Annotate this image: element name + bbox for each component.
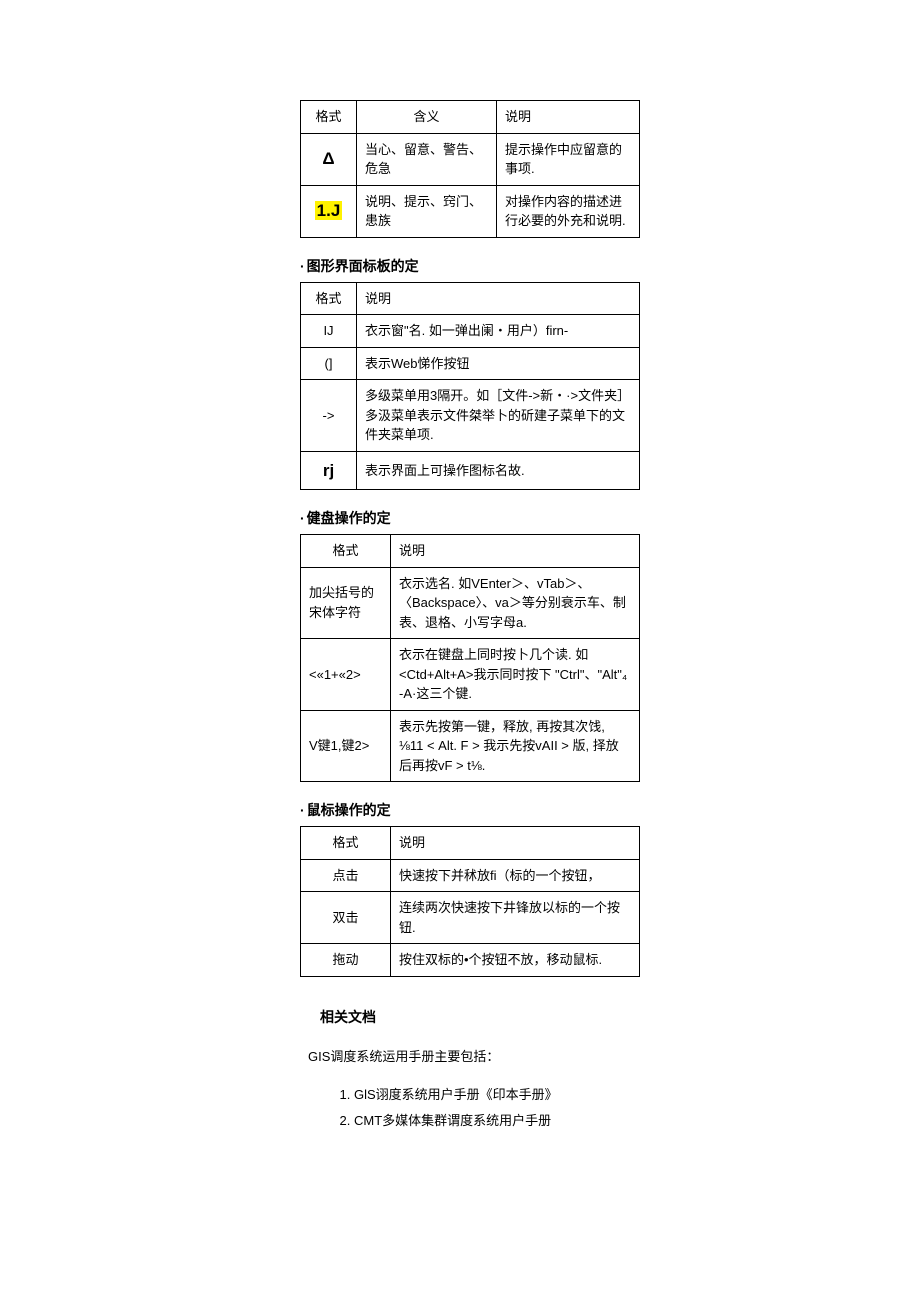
- cell-meaning: 说明、提示、窍门、患族: [357, 185, 497, 237]
- table-header-row: 格式 说明: [301, 282, 640, 315]
- heading-related-docs: 相关文档: [320, 1007, 640, 1027]
- cell-desc: 衣示选名. 如VEnter＞、vTab＞、〈Backspace〉、va＞等分别衰…: [391, 567, 640, 639]
- section-title-gui: 图形界面标板的定: [300, 256, 640, 276]
- cell-symbol: Δ: [301, 133, 357, 185]
- cell-desc: 表示先按第一键，释放, 再按其次饯, ⅛11 < Alt. F > 我示先按vA…: [391, 710, 640, 782]
- cell-symbol: 1.J: [301, 185, 357, 237]
- cell-format: 加尖括号的宋体字符: [301, 567, 391, 639]
- table-row: 双击 连续两次快速按下井锋放以标的一个按钮.: [301, 892, 640, 944]
- cell-desc: 衣示在键盘上同时按卜几个读. 如 <Ctd+Alt+A>我示同时按下 "Ctrl…: [391, 639, 640, 711]
- table-keyboard: 格式 说明 加尖括号的宋体字符 衣示选名. 如VEnter＞、vTab＞、〈Ba…: [300, 534, 640, 782]
- cell-format: ->: [301, 380, 357, 452]
- th-format: 格式: [301, 282, 357, 315]
- list-item: GlS诩度系统用户手册《印本手册》: [354, 1082, 640, 1108]
- cell-desc: 提示操作中应留意的事项.: [497, 133, 640, 185]
- table-header-row: 格式 说明: [301, 827, 640, 860]
- cell-desc: 表示界面上可操作图标名故.: [357, 451, 640, 490]
- table-row: V键1,键2> 表示先按第一键，释放, 再按其次饯, ⅛11 < Alt. F …: [301, 710, 640, 782]
- cell-desc: 连续两次快速按下井锋放以标的一个按钮.: [391, 892, 640, 944]
- related-doc-list: GlS诩度系统用户手册《印本手册》 CMT多媒体集群谓度系统用户手册: [354, 1082, 640, 1134]
- list-item: CMT多媒体集群谓度系统用户手册: [354, 1108, 640, 1134]
- section-title-mouse: 鼠标操作的定: [300, 800, 640, 820]
- table-row: IJ 衣示窗"名. 如一弹出阑・用户）firn-: [301, 315, 640, 348]
- cell-desc: 对操作内容的描述进行必要的外充和说明.: [497, 185, 640, 237]
- table-row: (] 表示Web悌作按钮: [301, 347, 640, 380]
- table-row: 1.J 说明、提示、窍门、患族 对操作内容的描述进行必要的外充和说明.: [301, 185, 640, 237]
- table-row: 点击 快速按下并秫放fi（标的一个按钮，: [301, 859, 640, 892]
- th-desc: 说明: [497, 101, 640, 134]
- th-meaning: 含义: [357, 101, 497, 134]
- cell-format: V键1,键2>: [301, 710, 391, 782]
- cell-format: rj: [301, 451, 357, 490]
- cell-format: (]: [301, 347, 357, 380]
- cell-meaning: 当心、留意、警告、危急: [357, 133, 497, 185]
- cell-desc: 多级菜单用3隔开。如［文件->新・·>文件夹］多汲菜单表示文件桀举卜的斫建子菜单…: [357, 380, 640, 452]
- th-desc: 说明: [391, 827, 640, 860]
- table-row: 加尖括号的宋体字符 衣示选名. 如VEnter＞、vTab＞、〈Backspac…: [301, 567, 640, 639]
- cell-desc: 表示Web悌作按钮: [357, 347, 640, 380]
- cell-format: 双击: [301, 892, 391, 944]
- th-format: 格式: [301, 101, 357, 134]
- th-format: 格式: [301, 827, 391, 860]
- document-body: 格式 含义 说明 Δ 当心、留意、警告、危急 提示操作中应留意的事项. 1.J …: [300, 100, 640, 1134]
- table-mouse: 格式 说明 点击 快速按下并秫放fi（标的一个按钮， 双击 连续两次快速按下井锋…: [300, 826, 640, 977]
- cell-desc: 衣示窗"名. 如一弹出阑・用户）firn-: [357, 315, 640, 348]
- cell-desc: 快速按下并秫放fi（标的一个按钮，: [391, 859, 640, 892]
- table-symbols: 格式 含义 说明 Δ 当心、留意、警告、危急 提示操作中应留意的事项. 1.J …: [300, 100, 640, 238]
- th-format: 格式: [301, 535, 391, 568]
- related-intro: GIS调度系统运用手册主要包括：: [308, 1045, 640, 1068]
- cell-format: <«1+«2>: [301, 639, 391, 711]
- table-header-row: 格式 说明: [301, 535, 640, 568]
- table-row: Δ 当心、留意、警告、危急 提示操作中应留意的事项.: [301, 133, 640, 185]
- table-header-row: 格式 含义 说明: [301, 101, 640, 134]
- section-title-keyboard: 健盘操作的定: [300, 508, 640, 528]
- th-desc: 说明: [357, 282, 640, 315]
- cell-desc: 按住双标的•个按钮不放，移动鼠标.: [391, 944, 640, 977]
- th-desc: 说明: [391, 535, 640, 568]
- cell-format: 拖动: [301, 944, 391, 977]
- table-row: <«1+«2> 衣示在键盘上同时按卜几个读. 如 <Ctd+Alt+A>我示同时…: [301, 639, 640, 711]
- cell-format: IJ: [301, 315, 357, 348]
- cell-format: 点击: [301, 859, 391, 892]
- table-row: rj 表示界面上可操作图标名故.: [301, 451, 640, 490]
- table-gui: 格式 说明 IJ 衣示窗"名. 如一弹出阑・用户）firn- (] 表示Web悌…: [300, 282, 640, 491]
- table-row: 拖动 按住双标的•个按钮不放，移动鼠标.: [301, 944, 640, 977]
- table-row: -> 多级菜单用3隔开。如［文件->新・·>文件夹］多汲菜单表示文件桀举卜的斫建…: [301, 380, 640, 452]
